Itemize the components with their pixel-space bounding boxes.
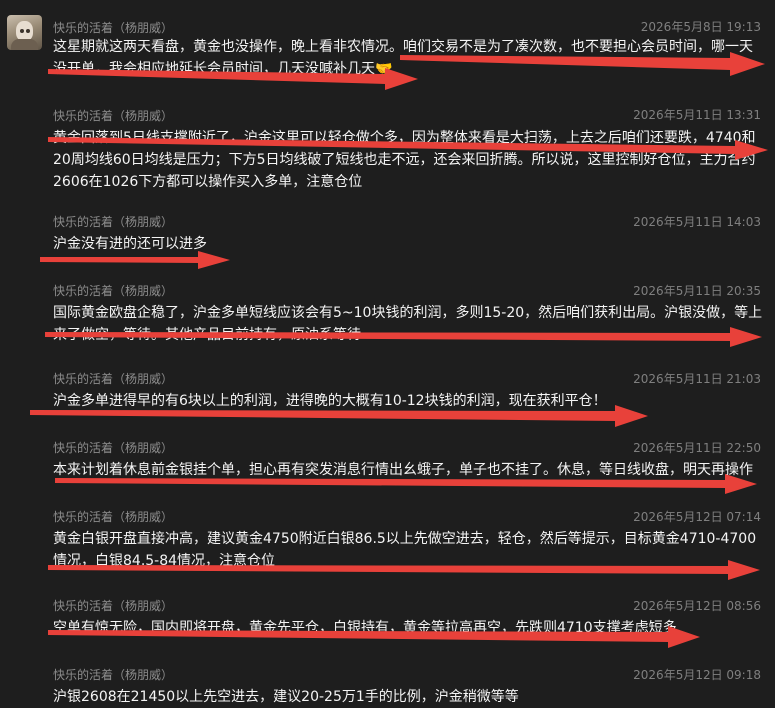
sender-name: 快乐的活着（杨朋威） (53, 372, 174, 386)
message-text: 沪金多单进得早的有6块以上的利润，进得晚的大概有10-12块钱的利润，现在获利平… (53, 393, 607, 409)
message-text: 这星期就这两天看盘，黄金也没操作，晚上看非农情况。咱们交易不是为了凑次数，也不要… (53, 39, 753, 77)
message-time: 2026年5月11日 21:03 (633, 372, 761, 386)
message-text: 本来计划着休息前金银挂个单，担心再有突发消息行情出幺蛾子，单子也不挂了。休息，等… (53, 462, 753, 478)
message-time: 2026年5月11日 22:50 (633, 441, 761, 455)
message-time: 2026年5月8日 19:13 (640, 20, 761, 34)
avatar[interactable] (7, 15, 42, 50)
sender-name: 快乐的活着（杨朋威） (53, 21, 174, 35)
message-time: 2026年5月11日 20:35 (633, 284, 761, 298)
annotation-arrows (30, 52, 768, 648)
message-text: 黄金白银开盘直接冲高，建议黄金4750附近白银86.5以上先做空进去，轻仓，然后… (53, 531, 757, 569)
message-time: 2026年5月11日 13:31 (633, 108, 761, 122)
sender-name: 快乐的活着（杨朋威） (53, 441, 174, 455)
message-text: 空单有惊无险，国内即将开盘，黄金先平仓，白银持有，黄金等拉高再空，先跌则4710… (53, 620, 677, 636)
message-time: 2026年5月11日 14:03 (633, 215, 761, 229)
sender-name: 快乐的活着（杨朋威） (53, 215, 174, 229)
message-time: 2026年5月12日 08:56 (633, 599, 761, 613)
message-time: 2026年5月12日 09:18 (633, 668, 761, 682)
sender-name: 快乐的活着（杨朋威） (53, 284, 174, 298)
message-text: 黄金回落到5日线支撑附近了，沪金这里可以轻仓做个多，因为整体来看是大扫荡，上去之… (53, 130, 756, 190)
sender-name: 快乐的活着（杨朋威） (53, 668, 174, 682)
chat-history: 快乐的活着（杨朋威） 2026年5月8日 19:13 这星期就这两天看盘，黄金也… (0, 0, 775, 705)
sender-name: 快乐的活着（杨朋威） (53, 599, 174, 613)
message-text: 沪金没有进的还可以进多 (53, 236, 207, 252)
sender-name: 快乐的活着（杨朋威） (53, 510, 174, 524)
message-text: 国际黄金欧盘企稳了，沪金多单短线应该会有5~10块钱的利润，多则15-20，然后… (53, 305, 763, 343)
message-time: 2026年5月12日 07:14 (633, 510, 761, 524)
sender-name: 快乐的活着（杨朋威） (53, 109, 174, 123)
message-text: 沪银2608在21450以上先空进去，建议20-25万1手的比例，沪金稍微等等 (53, 689, 519, 705)
